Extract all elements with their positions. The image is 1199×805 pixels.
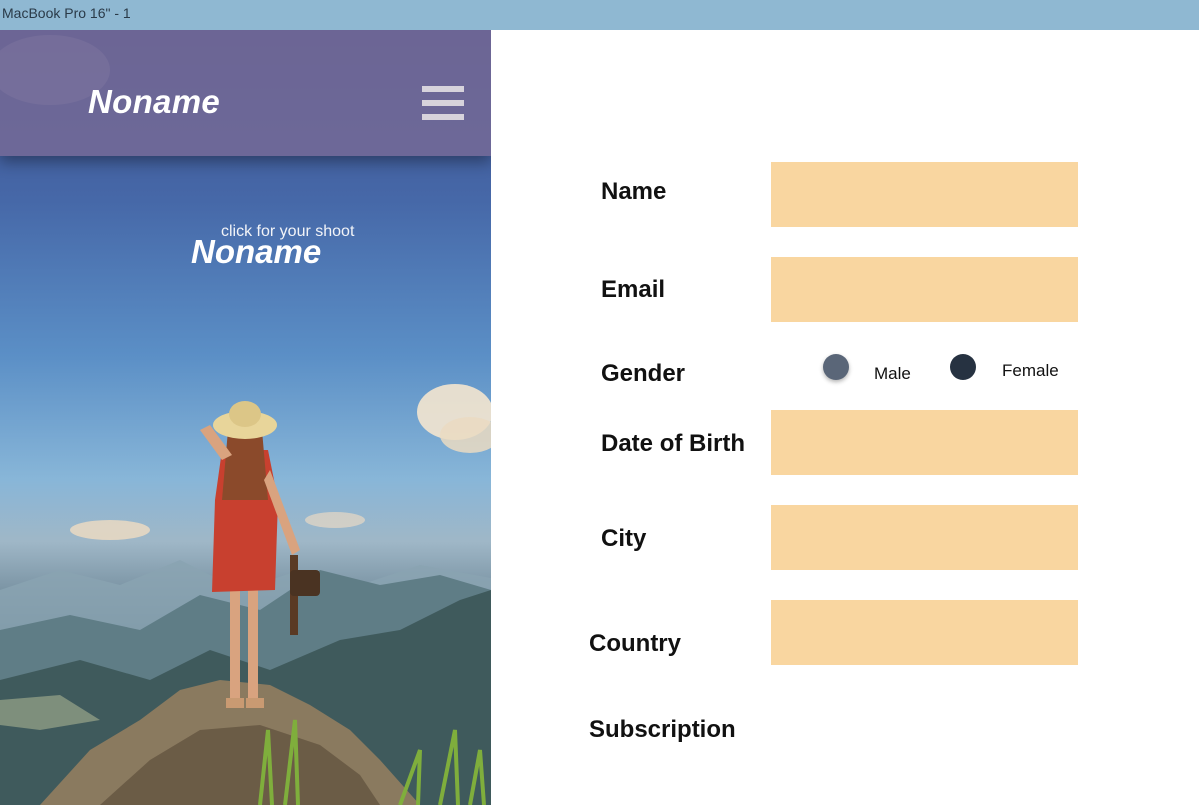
email-input[interactable]: [771, 257, 1078, 322]
dob-input[interactable]: [771, 410, 1078, 475]
gender-label-male[interactable]: Male: [874, 364, 911, 384]
frame-label: MacBook Pro 16" - 1: [2, 5, 131, 21]
woman-legs: [248, 590, 258, 700]
subscription-label: Subscription: [589, 716, 736, 743]
menu-bar-line: [422, 100, 464, 106]
city-input[interactable]: [771, 505, 1078, 570]
woman-shoes: [246, 698, 264, 708]
hero-title: Noname: [191, 233, 322, 270]
country-input[interactable]: [771, 600, 1078, 665]
email-label: Email: [601, 276, 666, 303]
cloud-shape: [70, 520, 150, 540]
brand-logo-text[interactable]: Noname: [88, 83, 220, 121]
woman-hair: [222, 430, 268, 500]
name-input[interactable]: [771, 162, 1078, 227]
hamburger-menu-icon[interactable]: [422, 86, 464, 120]
country-label: Country: [589, 630, 681, 657]
page-canvas: Noname click for your shoot Noname Name …: [0, 30, 1199, 805]
menu-bar-line: [422, 114, 464, 120]
top-navbar: Noname: [0, 30, 491, 156]
gender-radio-female[interactable]: [950, 354, 976, 380]
menu-bar-line: [422, 86, 464, 92]
dob-label: Date of Birth: [601, 430, 745, 457]
cloud-shape: [305, 512, 365, 528]
gender-label: Gender: [601, 360, 686, 387]
city-label: City: [601, 525, 647, 552]
gender-radio-male[interactable]: [823, 354, 849, 380]
frame-title-bar: MacBook Pro 16" - 1: [0, 0, 1199, 30]
woman-hat-crown: [229, 401, 261, 427]
hero-panel: Noname click for your shoot Noname: [0, 30, 491, 805]
camera: [290, 570, 320, 596]
woman-shoes: [226, 698, 244, 708]
woman-legs: [230, 590, 240, 700]
gender-label-female[interactable]: Female: [1002, 361, 1059, 381]
name-label: Name: [601, 178, 667, 205]
